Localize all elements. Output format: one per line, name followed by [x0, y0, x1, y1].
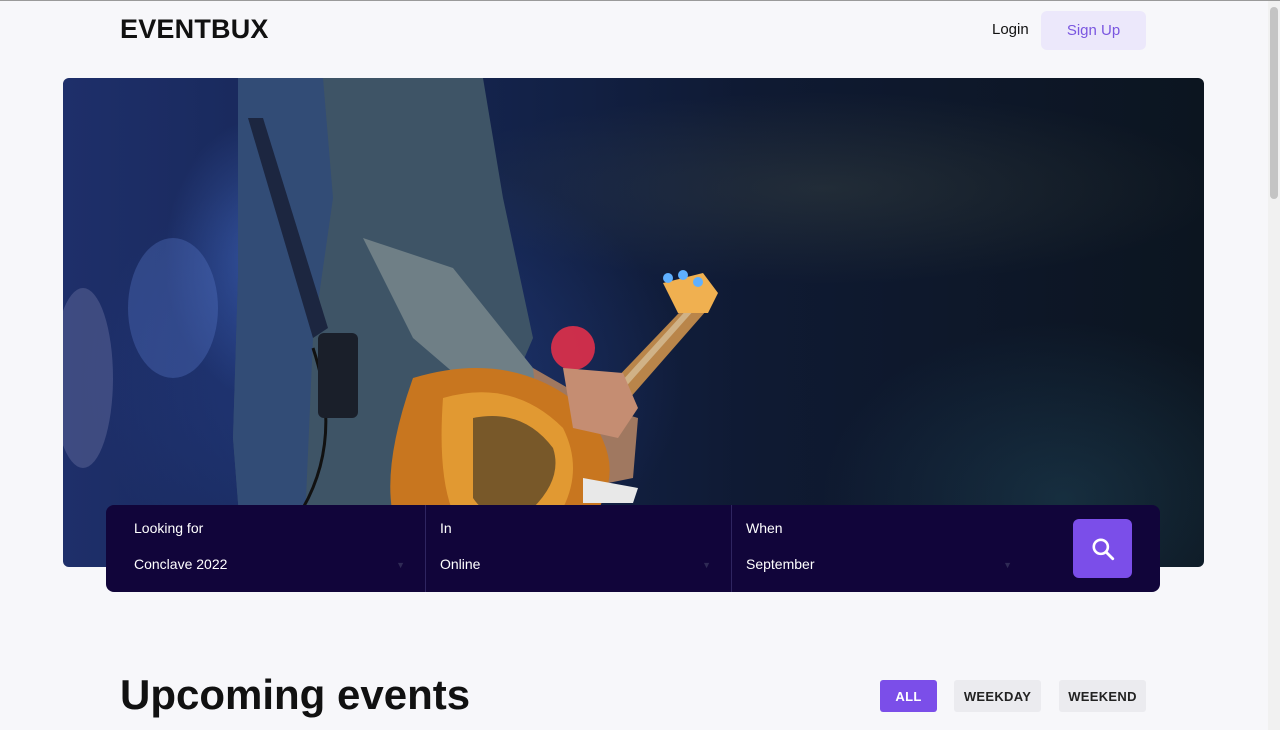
concert-guitarist-image: [63, 78, 718, 567]
chevron-down-icon[interactable]: ▼: [1003, 560, 1012, 570]
chevron-down-icon[interactable]: ▼: [396, 560, 405, 570]
date-label: When: [746, 520, 783, 536]
date-field[interactable]: When September ▼: [732, 505, 1032, 592]
location-value[interactable]: Online: [440, 556, 480, 572]
date-value[interactable]: September: [746, 556, 814, 572]
hero-banner: [63, 78, 1204, 567]
filter-weekday-button[interactable]: WEEKDAY: [954, 680, 1041, 712]
search-button[interactable]: [1073, 519, 1132, 578]
search-icon: [1091, 537, 1114, 560]
scrollbar-thumb[interactable]: [1270, 7, 1278, 199]
login-link[interactable]: Login: [992, 21, 1029, 38]
filter-weekend-button[interactable]: WEEKEND: [1059, 680, 1146, 712]
looking-for-field[interactable]: Looking for Conclave 2022 ▼: [106, 505, 426, 592]
looking-for-label: Looking for: [134, 520, 204, 536]
site-header: EVENTBUX Login Sign Up: [0, 1, 1268, 61]
logo[interactable]: EVENTBUX: [120, 14, 269, 45]
search-bar: Looking for Conclave 2022 ▼ In Online ▼ …: [106, 505, 1160, 592]
upcoming-events-heading: Upcoming events: [120, 671, 471, 718]
location-label: In: [440, 520, 452, 536]
chevron-down-icon[interactable]: ▼: [702, 560, 711, 570]
looking-for-value[interactable]: Conclave 2022: [134, 556, 227, 572]
location-field[interactable]: In Online ▼: [426, 505, 732, 592]
filter-all-button[interactable]: ALL: [880, 680, 937, 712]
page-scrollbar[interactable]: [1268, 1, 1280, 730]
signup-button[interactable]: Sign Up: [1041, 11, 1146, 50]
